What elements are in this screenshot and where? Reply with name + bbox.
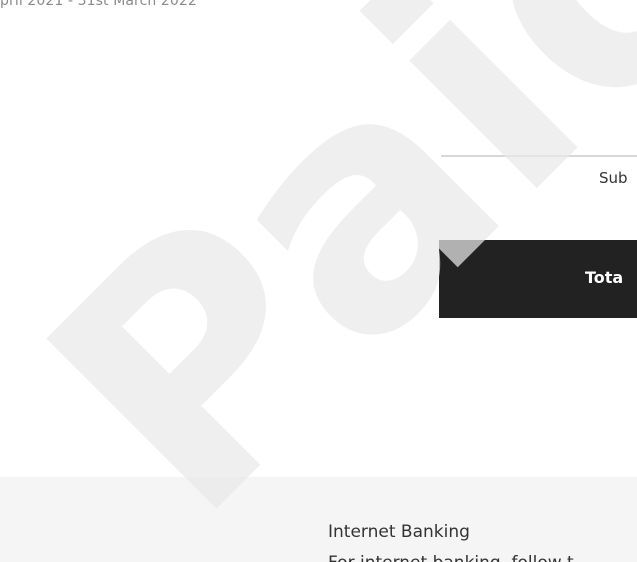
invoice-period: pril 2021 - 31st March 2022 (0, 0, 197, 9)
subtotal-label: Sub (599, 169, 628, 187)
payment-section (0, 477, 637, 562)
total-label: Tota (585, 268, 624, 287)
payment-method-title: Internet Banking (328, 522, 470, 542)
subtotal-divider (441, 155, 637, 157)
invoice-page: pril 2021 - 31st March 2022 Sub Tota Int… (0, 0, 637, 562)
payment-method-text: For internet banking, follow t (328, 553, 574, 562)
